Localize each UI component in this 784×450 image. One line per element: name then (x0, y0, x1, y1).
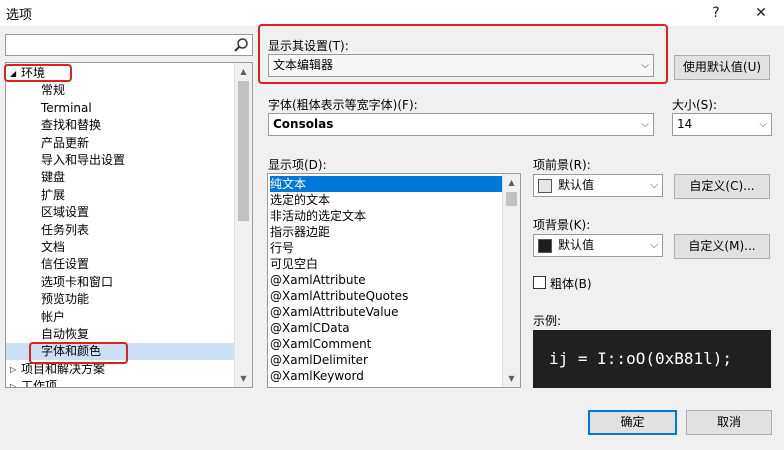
display-item[interactable]: 行号 (270, 240, 503, 256)
background-label: 项背景(K): (533, 218, 591, 232)
tree-item-label: 常规 (41, 83, 66, 98)
tree-item-label: 区域设置 (41, 205, 90, 220)
tree-item-label: 帐户 (41, 309, 66, 324)
collapsed-arrow-icon[interactable]: ▷ (10, 378, 20, 387)
ok-button[interactable]: 确定 (588, 410, 677, 435)
highlight-box-environment (4, 64, 72, 82)
display-item[interactable]: @XamlAttribute (270, 272, 503, 288)
tree-item-label: 文档 (41, 240, 66, 254)
scroll-thumb[interactable] (238, 81, 249, 221)
background-select[interactable]: 默认值 ⌵ (533, 234, 663, 257)
display-item[interactable]: @XamlDelimiter (270, 352, 503, 368)
chevron-down-icon: ⌵ (650, 180, 658, 191)
highlight-box-fonts-colors (29, 342, 128, 364)
sample-preview: ij = I::oO(0xB81l); (533, 330, 771, 388)
foreground-label: 项前景(R): (533, 158, 591, 172)
help-button[interactable]: ? (705, 2, 727, 24)
tree-item[interactable]: 扩展 (6, 187, 236, 204)
tree-item[interactable]: Terminal (6, 100, 236, 117)
display-items-list: 纯文本 选定的文本 非活动的选定文本 指示器边距 行号 可见空白 @XamlAttribut… (267, 173, 521, 388)
list-scrollbar[interactable]: ▲ ▼ (502, 174, 520, 387)
chevron-down-icon: ⌵ (759, 119, 767, 130)
tree-item-label: 键盘 (41, 170, 66, 185)
tree-item-label: 导入和导出设置 (41, 153, 126, 167)
tree-item[interactable]: 自动恢复 (6, 326, 236, 343)
display-item[interactable]: 可见空白 (270, 256, 503, 272)
search-box (5, 34, 253, 56)
tree-item-label: 预览功能 (41, 292, 90, 307)
tree-item-label: Terminal (41, 100, 92, 115)
tree-item[interactable]: ▷ 工作项 (6, 378, 236, 388)
display-item[interactable]: @XamlAttributeQuotes (270, 288, 503, 304)
tree-item[interactable]: 导入和导出设置 (6, 152, 236, 169)
font-select[interactable]: Consolas ⌵ (268, 113, 654, 136)
custom-background-button[interactable]: 自定义(M)... (674, 234, 770, 259)
display-item[interactable]: 选定的文本 (270, 192, 503, 208)
size-label: 大小(S): (672, 98, 718, 112)
display-item[interactable]: @XamlKeyword (270, 368, 503, 384)
tree-item-label: 信任设置 (41, 257, 90, 272)
display-item[interactable]: @XamlComment (270, 336, 503, 352)
tree-item[interactable]: 选项卡和窗口 (6, 274, 236, 291)
tree-item-label: 扩展 (41, 187, 66, 202)
display-item[interactable]: 指示器边距 (270, 224, 503, 240)
foreground-value: 默认值 (558, 178, 595, 192)
tree-item-label: 任务列表 (41, 222, 90, 237)
bold-label: 粗体(B) (550, 277, 592, 291)
tree-item[interactable]: 产品更新 (6, 135, 236, 152)
background-swatch (538, 238, 552, 253)
scroll-thumb[interactable] (506, 192, 517, 206)
options-tree: ◢ 环境 常规 Terminal 查找和替换 产品更新 导入和导出设置 键盘 扩展 区域设置 任务列… (5, 62, 253, 388)
collapsed-arrow-icon[interactable]: ▷ (10, 361, 20, 378)
chevron-down-icon: ⌵ (641, 119, 649, 130)
display-item[interactable]: @XamlCData (270, 320, 503, 336)
display-item[interactable]: @XamlAttributeValue (270, 304, 503, 320)
display-items-label: 显示项(D): (268, 158, 327, 172)
window-title: 选项 (6, 8, 33, 23)
tree-item[interactable]: 信任设置 (6, 256, 236, 273)
tree-item-label: 查找和替换 (41, 118, 102, 133)
tree-item[interactable]: 区域设置 (6, 204, 236, 221)
tree-item[interactable]: 文档 (6, 239, 236, 256)
bold-checkbox[interactable] (533, 276, 546, 289)
tree-item-label: 工作项 (21, 379, 58, 388)
foreground-swatch (538, 178, 552, 193)
title-bar: 选项 ? ✕ (0, 0, 784, 26)
close-button[interactable]: ✕ (750, 2, 772, 24)
size-select[interactable]: 14 ⌵ (672, 113, 772, 136)
scroll-down-icon[interactable]: ▼ (503, 370, 520, 387)
font-label: 字体(粗体表示等宽字体)(F): (268, 98, 418, 112)
tree-item-label: 自动恢复 (41, 327, 90, 341)
search-icon[interactable] (233, 37, 249, 53)
tree-scrollbar[interactable]: ▲ ▼ (234, 63, 252, 387)
tree-item-label: 产品更新 (41, 135, 90, 150)
chevron-down-icon: ⌵ (650, 240, 658, 251)
custom-foreground-button[interactable]: 自定义(C)... (674, 174, 770, 199)
background-value: 默认值 (558, 238, 595, 252)
display-item[interactable]: 纯文本 (270, 176, 503, 192)
scroll-down-icon[interactable]: ▼ (235, 370, 252, 387)
size-value: 14 (677, 117, 693, 131)
cancel-button[interactable]: 取消 (686, 410, 772, 435)
tree-item[interactable]: 帐户 (6, 309, 236, 326)
use-defaults-button[interactable]: 使用默认值(U) (674, 55, 770, 80)
scroll-up-icon[interactable]: ▲ (503, 174, 520, 191)
sample-label: 示例: (533, 314, 562, 328)
tree-item[interactable]: 常规 (6, 82, 236, 99)
foreground-select[interactable]: 默认值 ⌵ (533, 174, 663, 197)
tree-item[interactable]: 预览功能 (6, 291, 236, 308)
scroll-up-icon[interactable]: ▲ (235, 63, 252, 80)
font-value: Consolas (273, 117, 334, 131)
search-input[interactable] (8, 36, 232, 56)
tree-item-label: 选项卡和窗口 (41, 274, 114, 289)
display-item[interactable]: 非活动的选定文本 (270, 208, 503, 224)
tree-item[interactable]: 任务列表 (6, 222, 236, 239)
tree-item[interactable]: 查找和替换 (6, 117, 236, 134)
tree-item[interactable]: 键盘 (6, 169, 236, 186)
highlight-box-show-settings (258, 24, 668, 84)
